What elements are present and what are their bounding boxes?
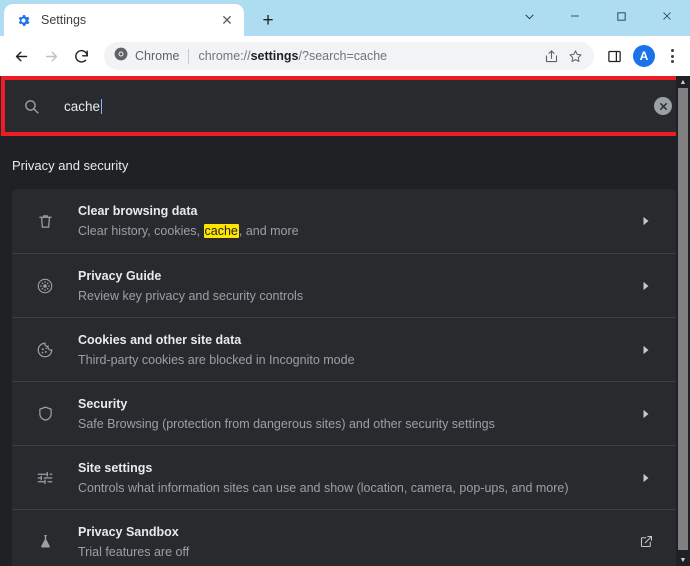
url-text: chrome://settings/?search=cache — [198, 49, 538, 63]
row-title: Site settings — [78, 459, 634, 477]
close-button[interactable] — [644, 0, 690, 32]
search-match-highlight: cache — [204, 224, 239, 238]
chevron-right-icon[interactable] — [634, 345, 658, 355]
scrollbar-up-arrow[interactable]: ▲ — [676, 76, 690, 88]
minimize-button[interactable] — [552, 0, 598, 32]
url-bold: settings — [251, 49, 299, 63]
row-text: Clear browsing data Clear history, cooki… — [78, 202, 634, 240]
shield-icon — [12, 405, 78, 422]
chevron-right-icon[interactable] — [634, 473, 658, 483]
privacy-guide-icon — [12, 277, 78, 295]
back-button[interactable] — [6, 41, 36, 71]
settings-row-privacy-sandbox[interactable]: Privacy Sandbox Trial features are off — [12, 509, 676, 566]
browser-toolbar: Chrome chrome://settings/?search=cache A — [0, 36, 690, 76]
sliders-icon — [12, 469, 78, 487]
row-title: Cookies and other site data — [78, 331, 634, 349]
browser-tab-settings[interactable]: Settings ✕ — [4, 4, 244, 36]
settings-row-security[interactable]: Security Safe Browsing (protection from … — [12, 381, 676, 445]
address-bar[interactable]: Chrome chrome://settings/?search=cache — [104, 42, 594, 70]
row-text: Privacy Guide Review key privacy and sec… — [78, 267, 634, 305]
tab-search-button[interactable] — [506, 0, 552, 32]
row-sub-after: , and more — [239, 224, 299, 238]
text-caret — [101, 99, 102, 114]
chevron-right-icon[interactable] — [634, 409, 658, 419]
scrollbar-down-arrow[interactable]: ▼ — [676, 554, 690, 566]
star-icon[interactable] — [564, 45, 586, 67]
settings-search-bar[interactable]: cache — [0, 76, 690, 136]
settings-gear-icon — [15, 12, 31, 28]
trash-icon — [12, 213, 78, 230]
tab-strip: Settings ✕ + — [0, 0, 690, 36]
tab-title: Settings — [41, 13, 218, 27]
reload-button[interactable] — [66, 41, 96, 71]
row-text: Security Safe Browsing (protection from … — [78, 395, 634, 433]
row-subtitle: Review key privacy and security controls — [78, 287, 634, 305]
settings-row-site-settings[interactable]: Site settings Controls what information … — [12, 445, 676, 509]
settings-page: cache Privacy and security Clear browsin… — [0, 76, 690, 566]
chrome-logo-icon — [114, 47, 128, 66]
new-tab-button[interactable]: + — [254, 6, 282, 34]
row-title: Security — [78, 395, 634, 413]
flask-icon — [12, 533, 78, 550]
chevron-right-icon[interactable] — [634, 216, 658, 226]
chrome-chip-label: Chrome — [135, 49, 179, 63]
row-subtitle: Safe Browsing (protection from dangerous… — [78, 415, 634, 433]
search-icon — [20, 98, 42, 115]
window-controls — [506, 0, 690, 32]
clear-search-button[interactable] — [654, 97, 672, 115]
search-input[interactable]: cache — [64, 99, 102, 114]
row-subtitle: Controls what information sites can use … — [78, 479, 634, 497]
settings-card: Clear browsing data Clear history, cooki… — [12, 189, 676, 566]
chrome-chip: Chrome — [114, 47, 179, 66]
row-subtitle: Third-party cookies are blocked in Incog… — [78, 351, 634, 369]
omnibox-divider — [188, 49, 189, 64]
row-subtitle: Clear history, cookies, cache, and more — [78, 222, 634, 240]
settings-row-privacy-guide[interactable]: Privacy Guide Review key privacy and sec… — [12, 253, 676, 317]
side-panel-icon[interactable] — [600, 42, 628, 70]
row-text: Cookies and other site data Third-party … — [78, 331, 634, 369]
maximize-button[interactable] — [598, 0, 644, 32]
settings-row-cookies[interactable]: Cookies and other site data Third-party … — [12, 317, 676, 381]
profile-avatar[interactable]: A — [633, 45, 655, 67]
row-text: Site settings Controls what information … — [78, 459, 634, 497]
url-suffix: /?search=cache — [299, 49, 388, 63]
search-input-value: cache — [64, 99, 100, 114]
forward-button — [36, 41, 66, 71]
settings-row-clear-browsing-data[interactable]: Clear browsing data Clear history, cooki… — [12, 189, 676, 253]
row-title: Clear browsing data — [78, 202, 634, 220]
row-title: Privacy Guide — [78, 267, 634, 285]
page-scrollbar[interactable]: ▲ ▼ — [676, 76, 690, 566]
row-subtitle: Trial features are off — [78, 543, 634, 561]
chevron-right-icon[interactable] — [634, 281, 658, 291]
tab-close-icon[interactable]: ✕ — [218, 11, 236, 29]
external-link-icon[interactable] — [634, 534, 658, 549]
share-icon[interactable] — [540, 45, 562, 67]
page-title: Privacy and security — [0, 136, 690, 189]
scrollbar-thumb[interactable] — [678, 88, 688, 550]
row-text: Privacy Sandbox Trial features are off — [78, 523, 634, 561]
url-prefix: chrome:// — [198, 49, 250, 63]
kebab-menu-icon[interactable] — [660, 49, 684, 63]
cookie-icon — [12, 341, 78, 359]
row-title: Privacy Sandbox — [78, 523, 634, 541]
row-sub-before: Clear history, cookies, — [78, 224, 204, 238]
